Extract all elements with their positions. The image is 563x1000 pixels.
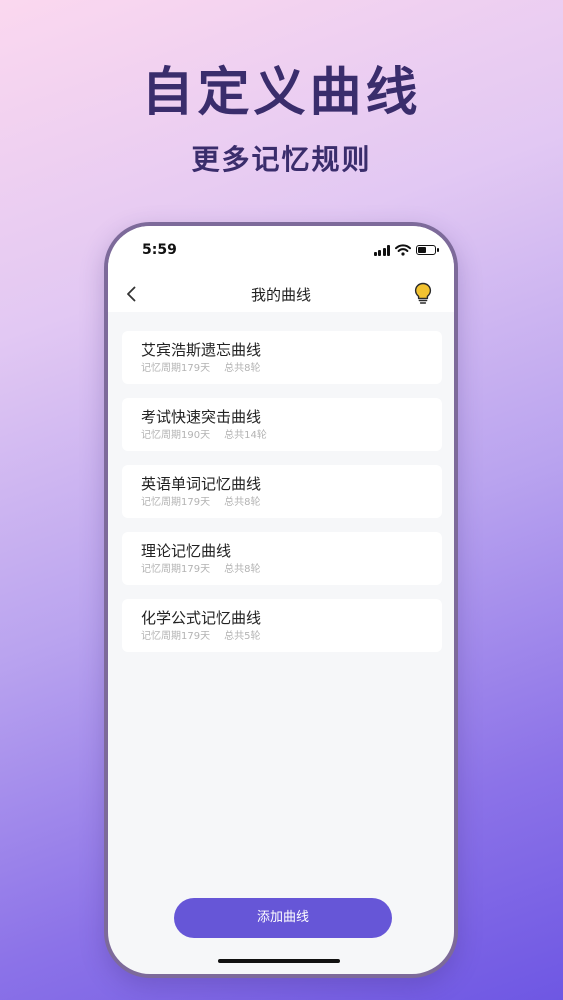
curve-name: 艾宾浩斯遗忘曲线 — [141, 341, 262, 359]
curve-name: 化学公式记忆曲线 — [141, 609, 262, 627]
curve-period: 记忆周期179天 — [141, 631, 211, 642]
curve-rounds: 总共8轮 — [224, 497, 261, 508]
curve-rounds: 总共8轮 — [224, 564, 261, 575]
curve-meta: 记忆周期179天 总共8轮 — [141, 496, 442, 510]
curve-meta: 记忆周期179天 总共8轮 — [141, 563, 442, 577]
curve-name: 英语单词记忆曲线 — [141, 475, 262, 493]
wifi-icon — [395, 244, 411, 256]
curve-card[interactable]: 考试快速突击曲线 记忆周期190天 总共14轮 — [122, 398, 442, 451]
curve-period: 记忆周期190天 — [141, 430, 211, 441]
app-screen: 5:59 我的曲线 艾宾浩斯遗忘曲线 记忆周期179天 总共8轮 考试快速突击曲… — [108, 226, 454, 974]
phone-frame: 5:59 我的曲线 艾宾浩斯遗忘曲线 记忆周期179天 总共8轮 考试快速突击曲… — [104, 222, 458, 978]
curve-period: 记忆周期179天 — [141, 564, 211, 575]
curve-meta: 记忆周期179天 总共5轮 — [141, 630, 442, 644]
curve-rounds: 总共8轮 — [224, 363, 261, 374]
signal-icon — [373, 244, 390, 256]
home-indicator — [218, 959, 340, 963]
curve-name: 理论记忆曲线 — [141, 542, 232, 560]
curve-period: 记忆周期179天 — [141, 497, 211, 508]
lightbulb-icon[interactable] — [412, 281, 434, 305]
nav-bar: 我的曲线 — [108, 276, 454, 312]
status-time: 5:59 — [142, 242, 177, 258]
curve-rounds: 总共14轮 — [224, 430, 267, 441]
curve-meta: 记忆周期179天 总共8轮 — [141, 362, 442, 376]
promo-subtitle: 更多记忆规则 — [191, 143, 372, 176]
curve-period: 记忆周期179天 — [141, 363, 211, 374]
curve-card[interactable]: 艾宾浩斯遗忘曲线 记忆周期179天 总共8轮 — [122, 331, 442, 384]
add-curve-button[interactable]: 添加曲线 — [174, 898, 392, 938]
curve-card[interactable]: 英语单词记忆曲线 记忆周期179天 总共8轮 — [122, 465, 442, 518]
curve-card[interactable]: 理论记忆曲线 记忆周期179天 总共8轮 — [122, 532, 442, 585]
curve-name: 考试快速突击曲线 — [141, 408, 262, 426]
curve-list: 艾宾浩斯遗忘曲线 记忆周期179天 总共8轮 考试快速突击曲线 记忆周期190天总… — [122, 331, 442, 666]
curve-meta: 记忆周期190天 总共14轮 — [141, 429, 442, 443]
page-title: 我的曲线 — [250, 286, 311, 304]
status-bar: 5:59 — [108, 226, 454, 276]
curve-card[interactable]: 化学公式记忆曲线 记忆周期179天 总共5轮 — [122, 599, 442, 652]
curve-rounds: 总共5轮 — [224, 631, 261, 642]
promo-title: 自定义曲线 — [141, 63, 422, 123]
battery-icon — [416, 245, 439, 255]
status-icons — [373, 244, 439, 256]
